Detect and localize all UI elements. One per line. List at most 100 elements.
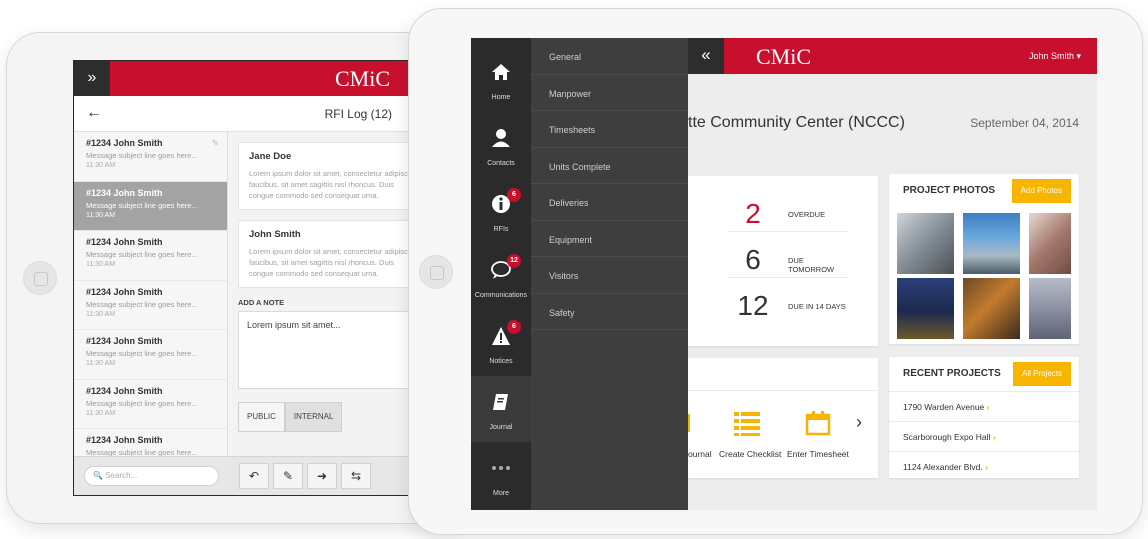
submenu-item-timesheets[interactable]: Timesheets [531,111,688,148]
add-photos-button[interactable]: Add Photos [1011,179,1071,203]
project-date: September 04, 2014 [970,116,1079,130]
contact-icon [492,129,510,147]
note-input[interactable]: Lorem ipsum sit amet... [238,311,412,389]
comment-card: John Smith Lorem ipsum dolor sit amet, c… [238,220,413,288]
message-preview: Message subject line goes here... [86,299,198,309]
message-sender: #1234 John Smith [86,286,163,297]
photo-thumbnail[interactable] [963,213,1020,274]
quick-actions-card: ournal Create Checklist Enter Timesheet … [682,358,878,478]
message-sender: #1234 John Smith [86,385,163,396]
rfi-detail-pane: Jane Doe Lorem ipsum dolor sit amet, con… [238,142,413,452]
nav-label: Communications [474,292,528,299]
visibility-toggle: PUBLIC INTERNAL [238,402,343,432]
list-item[interactable]: #1234 John Smith Message subject line go… [74,330,227,380]
list-item[interactable]: #1234 John Smith Message subject line go… [74,132,227,182]
public-toggle[interactable]: PUBLIC [238,402,285,432]
home-button[interactable] [23,261,57,295]
sub-header: ← RFI Log (12) [74,96,412,132]
search-input[interactable]: 🔍 Search... [84,466,219,486]
home-button[interactable] [419,255,453,289]
nav-more[interactable]: More [471,442,531,508]
message-time: 11:30 AM [86,360,116,367]
page-title: RFI Log (12) [324,107,392,121]
rfis-badge: 6 [507,188,521,202]
recent-project-item[interactable]: 1124 Alexander Blvd. › [889,451,1079,481]
message-sender: #1234 John Smith [86,187,163,198]
chevron-right-icon: › [992,432,996,442]
submenu-item-units-complete[interactable]: Units Complete [531,148,688,184]
message-preview: Message subject line goes here... [86,349,198,358]
photo-thumbnail[interactable] [897,213,954,274]
due-14-days-label: DUE IN 14 DAYS [788,302,846,311]
due-tomorrow-label: DUE TOMORROW [788,256,835,274]
all-projects-button[interactable]: All Projects [1012,362,1071,386]
submenu-item-manpower[interactable]: Manpower [531,75,688,111]
submenu-item-deliveries[interactable]: Deliveries [531,184,688,221]
user-menu[interactable]: John Smith ▾ [1029,51,1081,62]
nav-contacts[interactable]: Contacts [471,112,531,178]
photo-thumbnail[interactable] [1029,213,1071,274]
overdue-count: 2 [745,198,761,229]
message-time: 11:30 AM [86,211,116,219]
submenu-item-equipment[interactable]: Equipment [531,221,688,257]
notices-badge: 6 [507,320,521,334]
message-preview: Message subject line goes here... [86,398,198,408]
photo-thumbnail[interactable] [1029,278,1071,339]
edit-icon[interactable]: ✎ [273,463,303,489]
checklist-icon[interactable] [734,410,760,436]
message-list: #1234 John Smith Message subject line go… [74,132,228,479]
icon-sidebar: Home Contacts 6 RFIs 12 Communications 6… [471,38,531,510]
submenu-item-safety[interactable]: Safety [531,294,688,330]
reply-icon[interactable]: ↶ [239,463,269,489]
comment-line: Lorem ipsum dolor sit amet, consectetur … [249,247,413,256]
forward-icon[interactable]: ➜ [307,463,337,489]
internal-toggle[interactable]: INTERNAL [284,402,343,432]
add-note-label: ADD A NOTE [238,298,285,307]
due-row-tomorrow[interactable]: 6 DUE TOMORROW [728,238,848,278]
nav-rfis[interactable]: 6 RFIs [471,178,531,244]
list-item[interactable]: #1234 John Smith Message subject line go… [74,379,227,429]
cmic-logo: CMiC [334,66,390,91]
journal-action-label[interactable]: ournal [688,449,712,459]
project-title: tte Community Center (NCCC) [688,114,905,131]
comment-author: Jane Doe [249,151,292,162]
transfer-icon[interactable]: ⇆ [341,463,371,489]
recent-project-item[interactable]: Scarborough Expo Hall › [889,421,1079,451]
photo-thumbnail[interactable] [897,278,954,339]
comment-line: faucibus, sit amet sagittis nisl rhoncus… [249,258,395,267]
calendar-icon[interactable] [805,410,831,436]
rfi-log-screen: » CMiC ← RFI Log (12) #1234 John Smith M… [73,60,413,496]
nav-journal[interactable]: Journal [471,376,531,442]
list-item[interactable]: #1234 John Smith Message subject line go… [74,231,227,281]
nav-label: Contacts [487,160,515,167]
nav-communications[interactable]: 12 Communications [471,244,531,310]
recent-project-item[interactable]: 1790 Warden Avenue › [889,391,1079,421]
expand-menu-icon[interactable]: » [74,61,110,96]
collapse-menu-icon[interactable]: « [688,38,724,74]
dashboard-screen: « CMiC John Smith ▾ tte Community Center… [471,38,1097,510]
attachment-icon: ✎ [211,138,219,148]
due-row-overdue[interactable]: 2 OVERDUE [728,192,848,232]
create-checklist-label[interactable]: Create Checklist [719,449,781,459]
chevron-right-icon: › [986,402,990,412]
chevron-right-icon: › [985,462,988,472]
photo-thumbnail[interactable] [963,278,1020,339]
list-item[interactable]: #1234 John Smith Message subject line go… [74,280,227,330]
communications-badge: 12 [507,254,521,268]
due-row-14-days[interactable]: 12 DUE IN 14 DAYS [728,284,848,324]
back-arrow-icon[interactable]: ← [86,104,102,122]
nav-notices[interactable]: 6 Notices [471,310,531,376]
list-item-selected[interactable]: #1234 John Smith Message subject line go… [74,181,227,231]
submenu-item-general[interactable]: General [531,38,688,75]
search-placeholder: Search... [105,471,138,480]
project-photos-card: PROJECT PHOTOS Add Photos [889,174,1079,344]
recent-project-name: 1790 Warden Avenue [903,402,985,412]
enter-timesheet-label[interactable]: Enter Timesheet [787,449,849,459]
submenu-item-visitors[interactable]: Visitors [531,257,688,294]
chevron-right-icon[interactable]: › [856,412,862,433]
comment-author: John Smith [249,229,301,240]
nav-label: RFIs [493,226,509,233]
message-sender: #1234 John Smith [86,237,163,247]
nav-home[interactable]: Home [471,46,531,112]
top-bar: « CMiC John Smith ▾ [688,38,1097,74]
